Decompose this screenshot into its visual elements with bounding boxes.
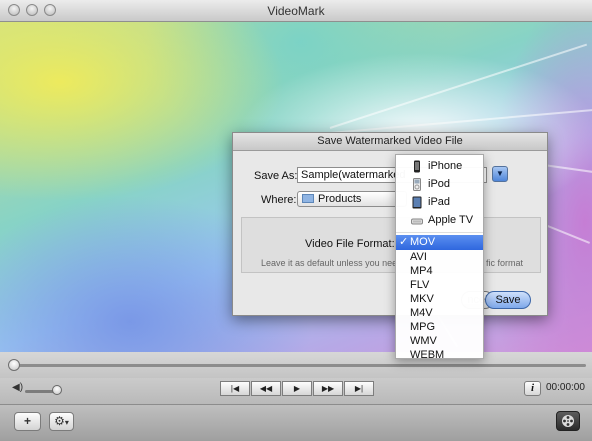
menu-item-wmv[interactable]: WMV [396, 334, 483, 349]
format-dropdown-menu: iPhone iPod iPad Apple TV ✓ MOV AVI MP4 … [395, 154, 484, 361]
format-label: Video File Format: [305, 238, 395, 250]
menu-item-webm[interactable]: WEBM [396, 348, 483, 363]
menu-item-mp4[interactable]: MP4 [396, 264, 483, 279]
save-dialog: Save Watermarked Video File Save As: Sam… [232, 132, 548, 316]
menu-item-avi[interactable]: AVI [396, 250, 483, 265]
where-popup[interactable]: Products [297, 191, 407, 207]
speaker-icon: ◀) [12, 382, 24, 393]
menu-item-ipad[interactable]: iPad [396, 195, 483, 210]
menu-item-ipod[interactable]: iPod [396, 177, 483, 192]
menu-item-flv[interactable]: FLV [396, 278, 483, 293]
dialog-title: Save Watermarked Video File [233, 133, 547, 151]
playback-controls: ◀) |◀ ◀◀ ▶ ▶▶ ▶| i 00:00:00 [0, 378, 592, 404]
checkmark-icon: ✓ [399, 236, 409, 248]
menu-item-mkv[interactable]: MKV [396, 292, 483, 307]
time-display: 00:00:00 [546, 382, 585, 393]
menu-item-iphone[interactable]: iPhone [396, 159, 483, 174]
menu-item-mov[interactable]: ✓ MOV [396, 235, 483, 250]
bottom-toolbar: + ⚙▾ [0, 404, 592, 441]
play-button[interactable]: ▶ [282, 381, 312, 396]
menu-item-mpg[interactable]: MPG [396, 320, 483, 335]
format-hint: Leave it as default unless you nee [261, 258, 398, 268]
seek-bar[interactable] [0, 352, 592, 378]
apple-tv-icon [411, 218, 423, 225]
info-button[interactable]: i [524, 381, 541, 396]
format-group: Video File Format: Leave it as default u… [241, 217, 541, 273]
rewind-button[interactable]: ◀◀ [251, 381, 281, 396]
save-as-label: Save As: [254, 170, 298, 182]
film-reel-button[interactable] [556, 411, 580, 431]
gear-menu-button[interactable]: ⚙▾ [49, 412, 74, 431]
ipod-icon [413, 178, 421, 191]
gear-icon: ⚙ [54, 414, 65, 428]
seek-knob[interactable] [8, 359, 20, 371]
menu-item-apple-tv[interactable]: Apple TV [396, 213, 483, 228]
app-window: VideoMark ◀) |◀ ◀◀ ▶ ▶▶ ▶| i 00:00:00 + … [0, 0, 592, 441]
skip-back-button[interactable]: |◀ [220, 381, 250, 396]
title-bar: VideoMark [0, 0, 592, 22]
format-hint-tail: fic format [486, 258, 524, 268]
volume-knob[interactable] [52, 385, 62, 395]
folder-icon [302, 194, 314, 203]
where-value: Products [318, 193, 362, 205]
where-label: Where: [261, 194, 297, 206]
iphone-icon [414, 160, 420, 173]
menu-item-m4v[interactable]: M4V [396, 306, 483, 321]
save-button[interactable]: Save [485, 291, 531, 309]
menu-separator [396, 232, 483, 233]
add-button[interactable]: + [14, 412, 41, 431]
expand-disclosure-button[interactable]: ▼ [492, 166, 508, 182]
fast-forward-button[interactable]: ▶▶ [313, 381, 343, 396]
skip-forward-button[interactable]: ▶| [344, 381, 374, 396]
seek-track[interactable] [14, 364, 586, 367]
ipad-icon [412, 196, 422, 209]
chevron-down-icon: ▾ [64, 418, 69, 427]
window-title: VideoMark [267, 4, 325, 18]
film-reel-icon [562, 415, 574, 427]
